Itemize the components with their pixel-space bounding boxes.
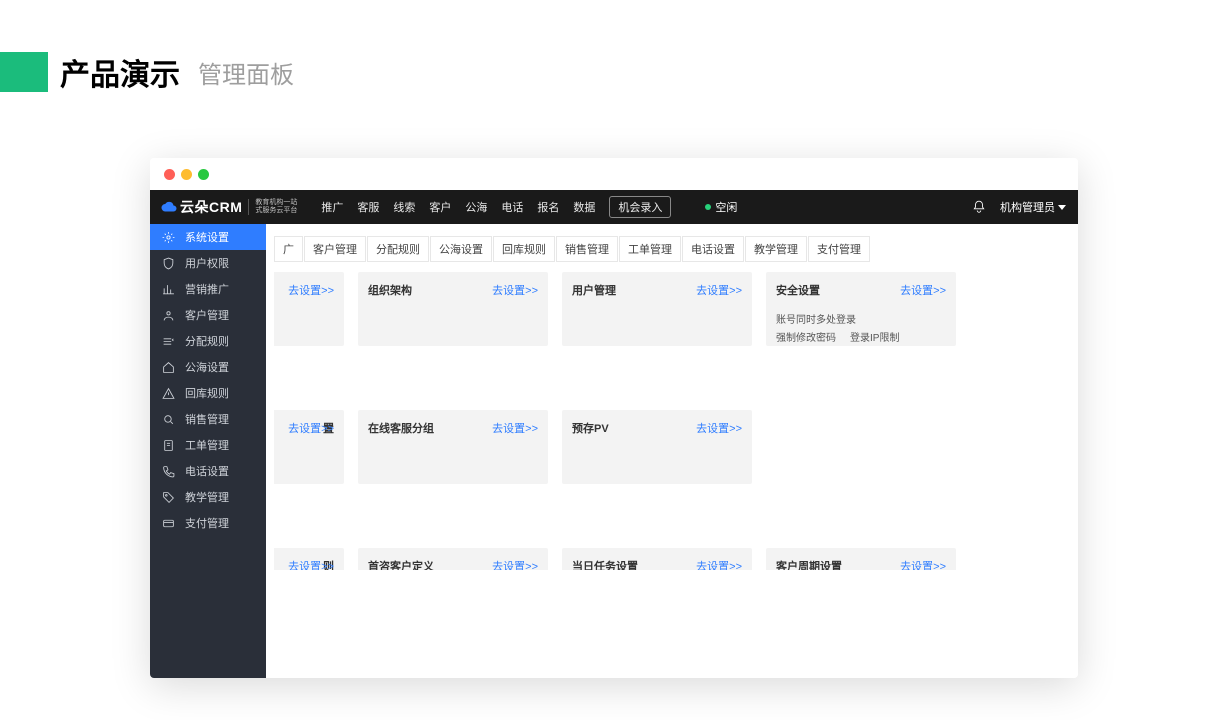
settings-card: 组织架构去设置>> (358, 272, 548, 346)
slide-title: 产品演示 (60, 50, 180, 94)
settings-card: 客户周期设置去设置>> (766, 548, 956, 570)
sidebar-item-label: 支付管理 (185, 515, 229, 531)
status-indicator-dot (705, 204, 711, 210)
subtab-5[interactable]: 销售管理 (556, 236, 618, 262)
card-go-settings-link[interactable]: 去设置>> (900, 282, 946, 298)
subtab-1[interactable]: 客户管理 (304, 236, 366, 262)
cloud-icon (160, 198, 178, 216)
sidebar-item-label: 工单管理 (185, 437, 229, 453)
nav-service[interactable]: 客服 (357, 199, 379, 215)
mac-titlebar (150, 158, 1078, 190)
chevron-down-icon (1058, 205, 1066, 210)
sidebar-item-label: 电话设置 (185, 463, 229, 479)
card-go-settings-link[interactable]: 去设置>> (696, 420, 742, 436)
slide-heading: 产品演示 管理面板 (0, 50, 294, 94)
settings-card: 安全设置去设置>>账号同时多处登录强制修改密码登录IP限制 (766, 272, 956, 346)
sidebar-item-label: 用户权限 (185, 255, 229, 271)
card-row: 则去设置>> 首咨客户定义去设置>> 当日任务设置去设置>> 客户周期设置去设置>> (274, 548, 1068, 570)
mac-close-dot[interactable] (164, 169, 175, 180)
settings-card: 用户管理去设置>> (562, 272, 752, 346)
card-go-settings-link[interactable]: 去设置>> (696, 282, 742, 298)
sidebar-item-label: 营销推广 (185, 281, 229, 297)
sidebar-item-8[interactable]: 工单管理 (150, 432, 266, 458)
mac-min-dot[interactable] (181, 169, 192, 180)
subtab-0[interactable]: 广 (274, 236, 303, 262)
subtab-9[interactable]: 支付管理 (808, 236, 870, 262)
subtab-bar: 广客户管理分配规则公海设置回库规则销售管理工单管理电话设置教学管理支付管理 (266, 224, 1078, 272)
sidebar-item-4[interactable]: 分配规则 (150, 328, 266, 354)
topnav-right: 机构管理员 (972, 199, 1066, 215)
sidebar-item-0[interactable]: 系统设置 (150, 224, 266, 250)
settings-card: 置去设置>> (274, 410, 344, 484)
settings-card: 预存PV去设置>> (562, 410, 752, 484)
sidebar-item-6[interactable]: 回库规则 (150, 380, 266, 406)
card-row: 置去设置>>在线客服分组去设置>>预存PV去设置>> (274, 410, 1068, 484)
settings-card: 去设置>> (274, 272, 344, 346)
cards-area: 去设置>>组织架构去设置>>用户管理去设置>>安全设置去设置>>账号同时多处登录… (266, 272, 1078, 570)
card-go-settings-link[interactable]: 去设置>> (288, 282, 334, 298)
subtab-8[interactable]: 教学管理 (745, 236, 807, 262)
sidebar-item-10[interactable]: 教学管理 (150, 484, 266, 510)
sidebar-item-9[interactable]: 电话设置 (150, 458, 266, 484)
record-entry-button[interactable]: 机会录入 (609, 196, 671, 218)
card-go-settings-link[interactable]: 去设置>> (900, 558, 946, 570)
nav-promote[interactable]: 推广 (321, 199, 343, 215)
subtab-6[interactable]: 工单管理 (619, 236, 681, 262)
subtab-7[interactable]: 电话设置 (682, 236, 744, 262)
nav-signup[interactable]: 报名 (537, 199, 559, 215)
brand-logo[interactable]: 云朵CRM 教育机构一站式服务云平台 (150, 190, 307, 224)
topnav-items: 推广 客服 线索 客户 公海 电话 报名 数据 (321, 199, 595, 215)
user-role-label: 机构管理员 (1000, 199, 1055, 215)
settings-card: 则去设置>> (274, 548, 344, 570)
card-go-settings-link[interactable]: 去设置>> (288, 558, 334, 570)
green-accent-bar (0, 52, 48, 92)
sidebar-item-11[interactable]: 支付管理 (150, 510, 266, 536)
sidebar-item-label: 系统设置 (185, 229, 229, 245)
sidebar-item-label: 教学管理 (185, 489, 229, 505)
card-go-settings-link[interactable]: 去设置>> (288, 420, 334, 436)
subtab-4[interactable]: 回库规则 (493, 236, 555, 262)
nav-public[interactable]: 公海 (465, 199, 487, 215)
card-sub-options: 账号同时多处登录强制修改密码登录IP限制 (776, 312, 946, 348)
nav-phone[interactable]: 电话 (501, 199, 523, 215)
sidebar-item-7[interactable]: 销售管理 (150, 406, 266, 432)
sidebar-item-label: 销售管理 (185, 411, 229, 427)
subtab-2[interactable]: 分配规则 (367, 236, 429, 262)
main-content: 广客户管理分配规则公海设置回库规则销售管理工单管理电话设置教学管理支付管理 去设… (266, 224, 1078, 678)
sidebar-item-1[interactable]: 用户权限 (150, 250, 266, 276)
bell-icon[interactable] (972, 200, 986, 214)
top-navbar: 云朵CRM 教育机构一站式服务云平台 推广 客服 线索 客户 公海 电话 报名 … (150, 190, 1078, 224)
card-go-settings-link[interactable]: 去设置>> (696, 558, 742, 570)
mac-max-dot[interactable] (198, 169, 209, 180)
brand-tagline: 教育机构一站式服务云平台 (248, 199, 297, 214)
app-window: 云朵CRM 教育机构一站式服务云平台 推广 客服 线索 客户 公海 电话 报名 … (150, 158, 1078, 678)
sidebar-item-label: 分配规则 (185, 333, 229, 349)
card-go-settings-link[interactable]: 去设置>> (492, 420, 538, 436)
sidebar-item-2[interactable]: 营销推广 (150, 276, 266, 302)
nav-leads[interactable]: 线索 (393, 199, 415, 215)
sidebar-item-label: 回库规则 (185, 385, 229, 401)
subtab-3[interactable]: 公海设置 (430, 236, 492, 262)
card-go-settings-link[interactable]: 去设置>> (492, 558, 538, 570)
sidebar-item-3[interactable]: 客户管理 (150, 302, 266, 328)
nav-data[interactable]: 数据 (573, 199, 595, 215)
sidebar: 系统设置用户权限营销推广客户管理分配规则公海设置回库规则销售管理工单管理电话设置… (150, 224, 266, 678)
slide-subtitle: 管理面板 (198, 55, 294, 90)
card-row: 去设置>>组织架构去设置>>用户管理去设置>>安全设置去设置>>账号同时多处登录… (274, 272, 1068, 346)
status-text: 空闲 (715, 199, 737, 215)
settings-card: 当日任务设置去设置>> (562, 548, 752, 570)
sidebar-item-5[interactable]: 公海设置 (150, 354, 266, 380)
settings-card: 在线客服分组去设置>> (358, 410, 548, 484)
sidebar-item-label: 客户管理 (185, 307, 229, 323)
nav-customer[interactable]: 客户 (429, 199, 451, 215)
card-go-settings-link[interactable]: 去设置>> (492, 282, 538, 298)
brand-name: 云朵CRM (180, 197, 242, 217)
settings-card: 首咨客户定义去设置>> (358, 548, 548, 570)
sidebar-item-label: 公海设置 (185, 359, 229, 375)
user-role-menu[interactable]: 机构管理员 (1000, 199, 1066, 215)
